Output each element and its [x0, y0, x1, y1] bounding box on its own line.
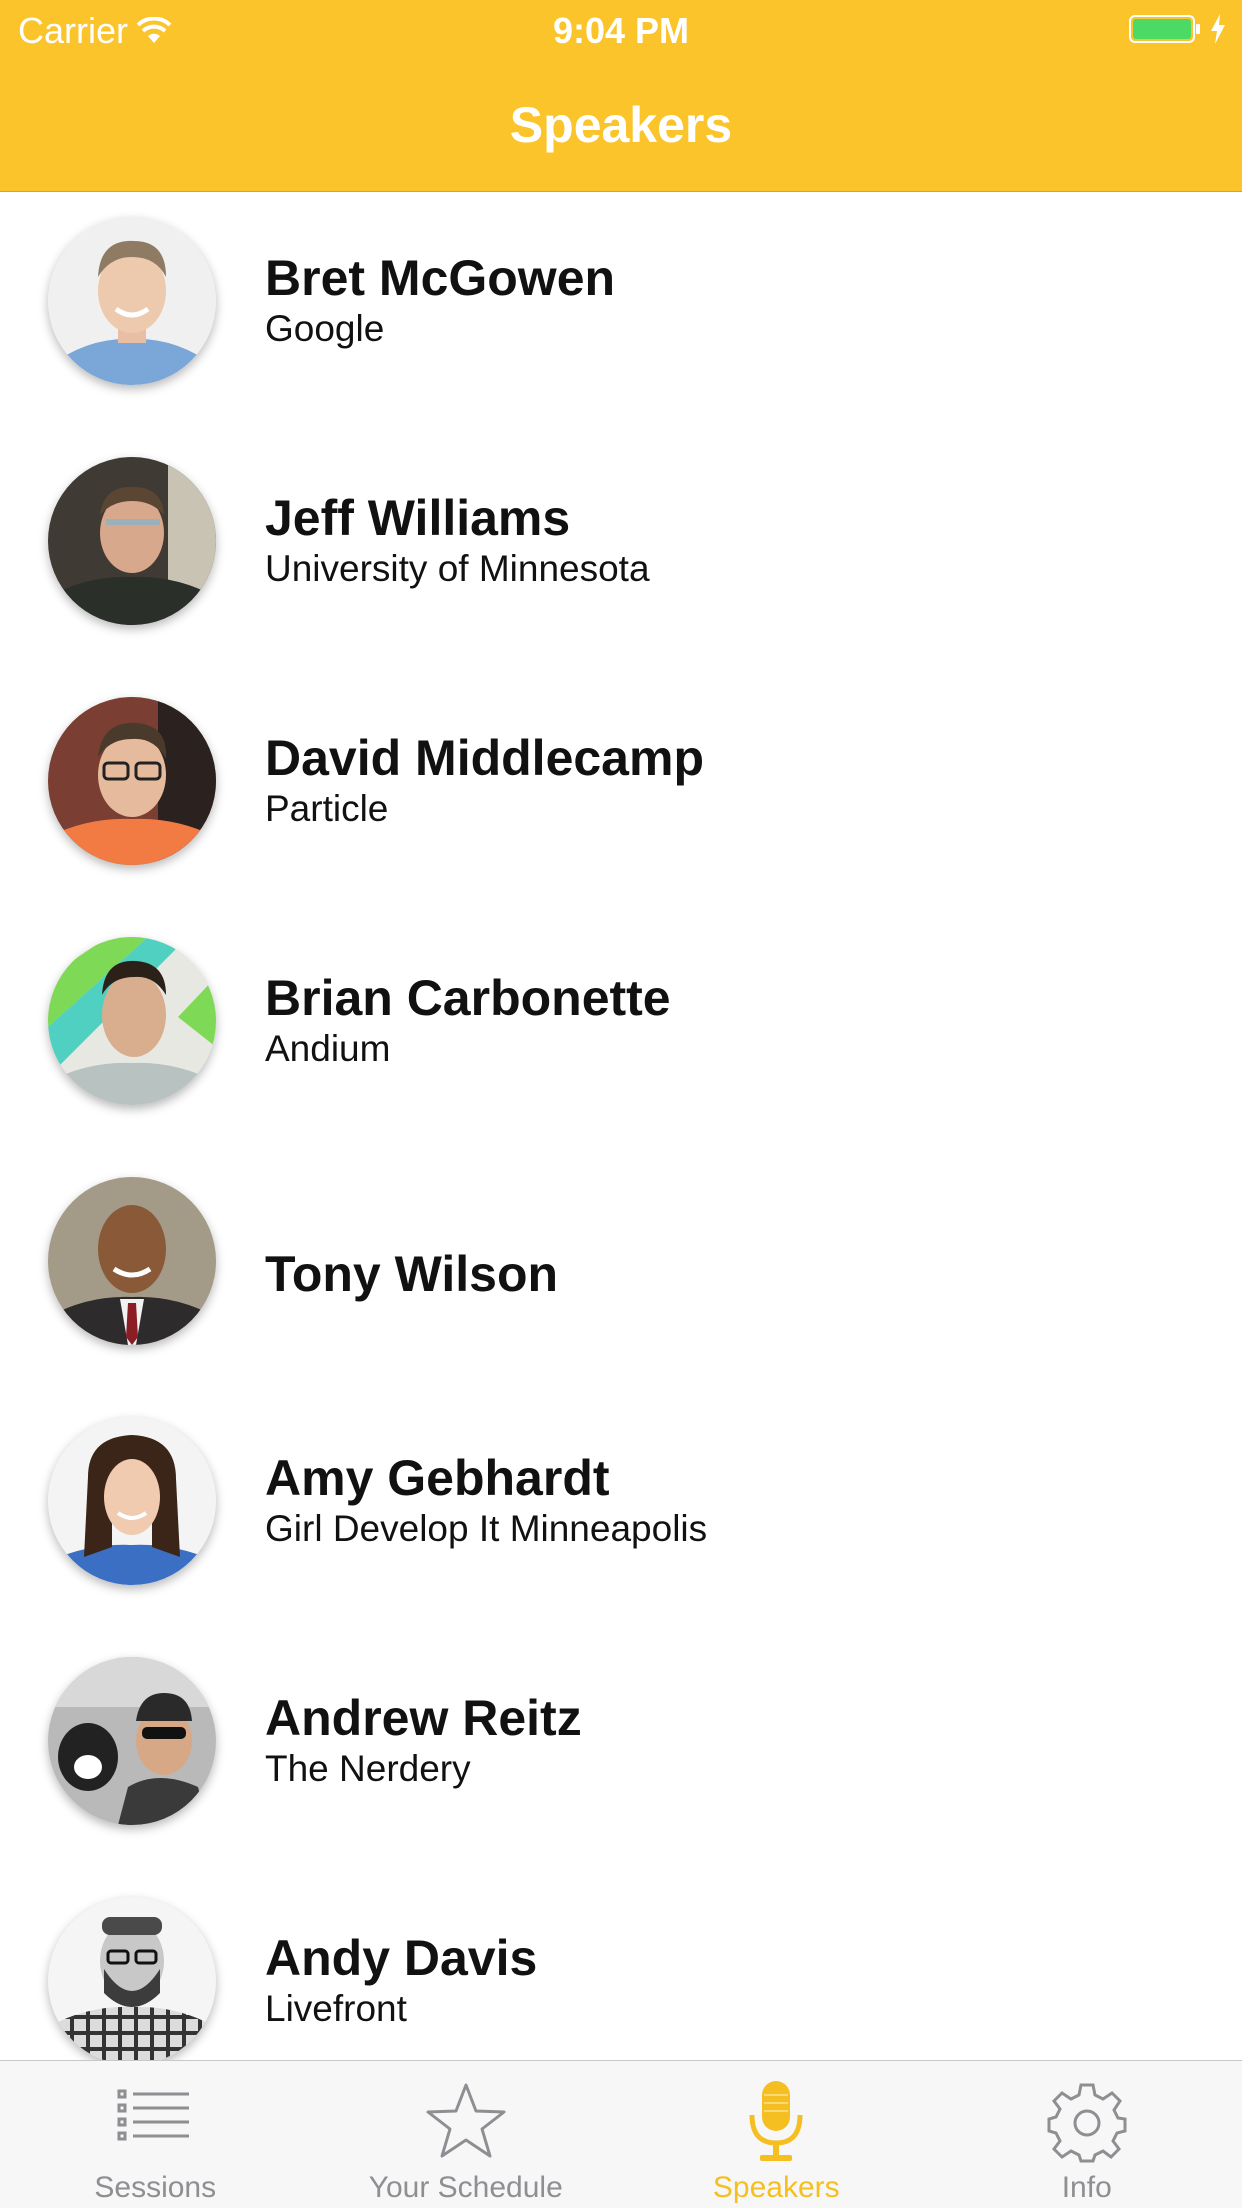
page-title: Speakers: [509, 97, 733, 153]
speaker-row[interactable]: Andrew Reitz The Nerdery: [0, 1633, 1242, 1873]
navigation-header: Carrier 9:04 PM Speakers: [0, 0, 1242, 192]
gear-icon: [1047, 2083, 1127, 2163]
tab-info[interactable]: Info: [932, 2061, 1242, 2208]
speaker-avatar: [48, 1657, 216, 1825]
speaker-avatar: [48, 697, 216, 865]
speaker-row[interactable]: Andy Davis Livefront: [0, 1873, 1242, 2060]
charging-bolt-icon: [1211, 14, 1225, 44]
speaker-name: David Middlecamp: [265, 730, 704, 786]
speaker-avatar: [48, 1177, 216, 1345]
tab-label: Speakers: [712, 2171, 840, 2204]
star-icon: [426, 2083, 506, 2158]
speaker-name: Andy Davis: [265, 1930, 538, 1986]
speaker-row[interactable]: Tony Wilson: [0, 1153, 1242, 1393]
speaker-row[interactable]: Brian Carbonette Andium: [0, 913, 1242, 1153]
tab-speakers[interactable]: Speakers: [621, 2061, 932, 2208]
speaker-row[interactable]: Amy Gebhardt Girl Develop It Minneapolis: [0, 1393, 1242, 1633]
speaker-row[interactable]: Jeff Williams University of Minnesota: [0, 433, 1242, 673]
speaker-name: Jeff Williams: [265, 490, 571, 546]
speaker-row[interactable]: Bret McGowen Google: [0, 193, 1242, 433]
speaker-organization: The Nerdery: [265, 1748, 471, 1789]
tab-label: Info: [1061, 2171, 1112, 2204]
tab-sessions[interactable]: Sessions: [0, 2061, 311, 2208]
microphone-icon: [749, 2081, 803, 2161]
tab-your-schedule[interactable]: Your Schedule: [311, 2061, 622, 2208]
speaker-name: Brian Carbonette: [265, 970, 671, 1026]
speaker-organization: Google: [265, 308, 385, 349]
battery-indicator: [1128, 14, 1226, 44]
speaker-organization: Girl Develop It Minneapolis: [265, 1508, 708, 1549]
status-time: 9:04 PM: [552, 10, 690, 51]
speaker-row[interactable]: David Middlecamp Particle: [0, 673, 1242, 913]
list-icon: [117, 2089, 190, 2141]
speaker-organization: Livefront: [265, 1988, 407, 2029]
speaker-organization: Andium: [265, 1028, 391, 1069]
speaker-name: Andrew Reitz: [265, 1690, 582, 1746]
speaker-name: Bret McGowen: [265, 250, 616, 306]
status-bar: Carrier 9:04 PM: [0, 0, 1242, 62]
speaker-avatar: [48, 1417, 216, 1585]
speaker-organization: University of Minnesota: [265, 548, 650, 589]
speaker-name: Amy Gebhardt: [265, 1450, 610, 1506]
tab-bar: Sessions Your Schedule Speakers Info: [0, 2060, 1242, 2208]
battery-icon: [1129, 15, 1200, 43]
tab-label: Sessions: [94, 2171, 217, 2204]
tab-label: Your Schedule: [368, 2171, 563, 2204]
speaker-avatar: [48, 1897, 216, 2060]
speaker-list[interactable]: Bret McGowen Google Jeff Williams Univer…: [0, 193, 1242, 2060]
speaker-name: Tony Wilson: [265, 1246, 559, 1302]
speaker-avatar: [48, 937, 216, 1105]
speaker-avatar: [48, 457, 216, 625]
speaker-organization: Particle: [265, 788, 389, 829]
speaker-avatar: [48, 217, 216, 385]
